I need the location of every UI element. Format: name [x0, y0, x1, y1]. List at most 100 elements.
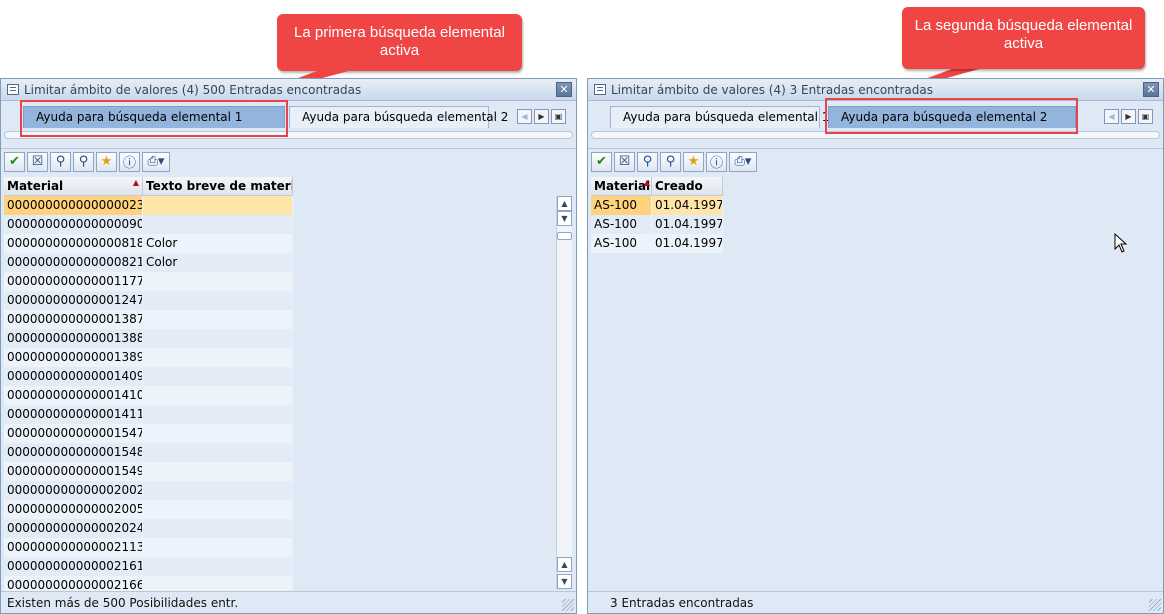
table-row[interactable]: 000000000000002005 — [4, 500, 554, 519]
check-icon[interactable]: ✔ — [591, 151, 612, 172]
tab-prev-icon[interactable]: ◀ — [517, 109, 532, 124]
resize-grip-icon[interactable] — [562, 599, 574, 611]
table-cell[interactable]: Color — [143, 234, 293, 253]
table-cell[interactable]: 000000000000002113 — [4, 538, 143, 557]
table-row[interactable]: 000000000000000090 — [4, 215, 554, 234]
table-row[interactable]: 000000000000001410 — [4, 386, 554, 405]
close-icon[interactable]: ✕ — [556, 82, 572, 97]
table-cell[interactable] — [143, 215, 293, 234]
scroll-down-icon[interactable]: ▼ — [557, 574, 572, 589]
table-cell[interactable]: 000000000000002002 — [4, 481, 143, 500]
table-row[interactable]: 000000000000001389 — [4, 348, 554, 367]
table-cell[interactable]: 000000000000002005 — [4, 500, 143, 519]
table-cell[interactable]: 000000000000001387 — [4, 310, 143, 329]
table-cell[interactable] — [143, 386, 293, 405]
table-row[interactable]: 000000000000001547 — [4, 424, 554, 443]
table-cell[interactable]: 000000000000002166 — [4, 576, 143, 591]
table-row[interactable]: 000000000000001549 — [4, 462, 554, 481]
table-cell[interactable] — [143, 367, 293, 386]
tab-search-help-2[interactable]: Ayuda para búsqueda elemental 2 — [289, 106, 508, 128]
information-icon[interactable]: ⓘ — [706, 151, 727, 172]
tab-list-icon[interactable]: ▣ — [1138, 109, 1153, 124]
table-cell[interactable]: 000000000000001410 — [4, 386, 143, 405]
table-cell[interactable]: 000000000000001549 — [4, 462, 143, 481]
table-cell[interactable] — [143, 519, 293, 538]
table-cell[interactable]: 01.04.1997 — [652, 234, 723, 253]
table-cell[interactable]: 000000000000000023 — [4, 196, 143, 215]
column-header-created[interactable]: Creado — [652, 177, 723, 196]
column-header-material[interactable]: Material ▲ — [591, 177, 652, 196]
scroll-up-icon[interactable]: ▲ — [557, 557, 572, 572]
table-row[interactable]: 000000000000002113 — [4, 538, 554, 557]
table-row[interactable]: 000000000000001388 — [4, 329, 554, 348]
table-row[interactable]: 000000000000001411 — [4, 405, 554, 424]
table-cell[interactable]: 01.04.1997 — [652, 196, 723, 215]
column-header-short-text[interactable]: Texto breve de material — [143, 177, 293, 196]
cancel-icon[interactable]: ☒ — [27, 151, 48, 172]
binoculars-icon[interactable]: ⚲ — [50, 151, 71, 172]
table-cell[interactable] — [143, 424, 293, 443]
table-row[interactable]: 000000000000002161 — [4, 557, 554, 576]
table-row[interactable]: 000000000000002002 — [4, 481, 554, 500]
table-row[interactable]: 000000000000000818 Color — [4, 234, 554, 253]
table-cell[interactable] — [143, 443, 293, 462]
vertical-scrollbar[interactable]: ▲ ▼ ▲ ▼ — [556, 196, 572, 589]
table-cell[interactable]: 000000000000002024 — [4, 519, 143, 538]
table-cell[interactable]: AS-100 — [591, 234, 652, 253]
binoculars-plus-icon[interactable]: ⚲ — [660, 151, 681, 172]
resize-grip-icon[interactable] — [1149, 599, 1161, 611]
column-header-material[interactable]: Material ▲ — [4, 177, 143, 196]
table-row[interactable]: 000000000000001387 — [4, 310, 554, 329]
table-cell[interactable] — [143, 329, 293, 348]
table-cell[interactable] — [143, 310, 293, 329]
table-cell[interactable] — [143, 272, 293, 291]
tab-prev-icon[interactable]: ◀ — [1104, 109, 1119, 124]
table-cell[interactable] — [143, 576, 293, 591]
table-row[interactable]: 000000000000001548 — [4, 443, 554, 462]
tab-search-help-1[interactable]: Ayuda para búsqueda elemental 1 — [610, 106, 829, 128]
table-row[interactable]: 000000000000001409 — [4, 367, 554, 386]
scroll-up-icon[interactable]: ▲ — [557, 196, 572, 211]
table-row[interactable]: 000000000000002166 — [4, 576, 554, 591]
table-row[interactable]: 000000000000002024 — [4, 519, 554, 538]
table-cell[interactable]: AS-100 — [591, 196, 652, 215]
table-cell[interactable]: 000000000000000821 — [4, 253, 143, 272]
table-cell[interactable] — [143, 291, 293, 310]
table-cell[interactable]: 000000000000001548 — [4, 443, 143, 462]
table-row[interactable]: AS-100 01.04.1997 — [591, 215, 1163, 234]
table-cell[interactable] — [143, 462, 293, 481]
table-cell[interactable]: 000000000000000090 — [4, 215, 143, 234]
table-cell[interactable]: 000000000000001409 — [4, 367, 143, 386]
table-cell[interactable] — [143, 500, 293, 519]
cancel-icon[interactable]: ☒ — [614, 151, 635, 172]
favorite-icon[interactable]: ★ — [683, 151, 704, 172]
table-cell[interactable]: 000000000000001388 — [4, 329, 143, 348]
tab-next-icon[interactable]: ▶ — [534, 109, 549, 124]
print-icon[interactable]: ⎙▾ — [142, 151, 170, 172]
table-cell[interactable]: 000000000000000818 — [4, 234, 143, 253]
scroll-down-icon[interactable]: ▼ — [557, 211, 572, 226]
binoculars-plus-icon[interactable]: ⚲ — [73, 151, 94, 172]
check-icon[interactable]: ✔ — [4, 151, 25, 172]
table-row[interactable]: 000000000000000821 Color — [4, 253, 554, 272]
close-icon[interactable]: ✕ — [1143, 82, 1159, 97]
table-cell[interactable]: 01.04.1997 — [652, 215, 723, 234]
table-row[interactable]: 000000000000001177 — [4, 272, 554, 291]
print-icon[interactable]: ⎙▾ — [729, 151, 757, 172]
table-row[interactable]: AS-100 01.04.1997 — [591, 234, 1163, 253]
table-cell[interactable]: 000000000000001411 — [4, 405, 143, 424]
table-row[interactable]: AS-100 01.04.1997 — [591, 196, 1163, 215]
table-cell[interactable]: 000000000000001389 — [4, 348, 143, 367]
table-cell[interactable] — [143, 481, 293, 500]
table-row[interactable]: 000000000000000023 — [4, 196, 554, 215]
table-cell[interactable]: 000000000000002161 — [4, 557, 143, 576]
binoculars-icon[interactable]: ⚲ — [637, 151, 658, 172]
favorite-icon[interactable]: ★ — [96, 151, 117, 172]
table-cell[interactable]: 000000000000001177 — [4, 272, 143, 291]
scroll-thumb[interactable] — [557, 232, 572, 240]
table-cell[interactable] — [143, 557, 293, 576]
table-cell[interactable] — [143, 348, 293, 367]
tab-list-icon[interactable]: ▣ — [551, 109, 566, 124]
table-row[interactable]: 000000000000001247 — [4, 291, 554, 310]
tab-next-icon[interactable]: ▶ — [1121, 109, 1136, 124]
